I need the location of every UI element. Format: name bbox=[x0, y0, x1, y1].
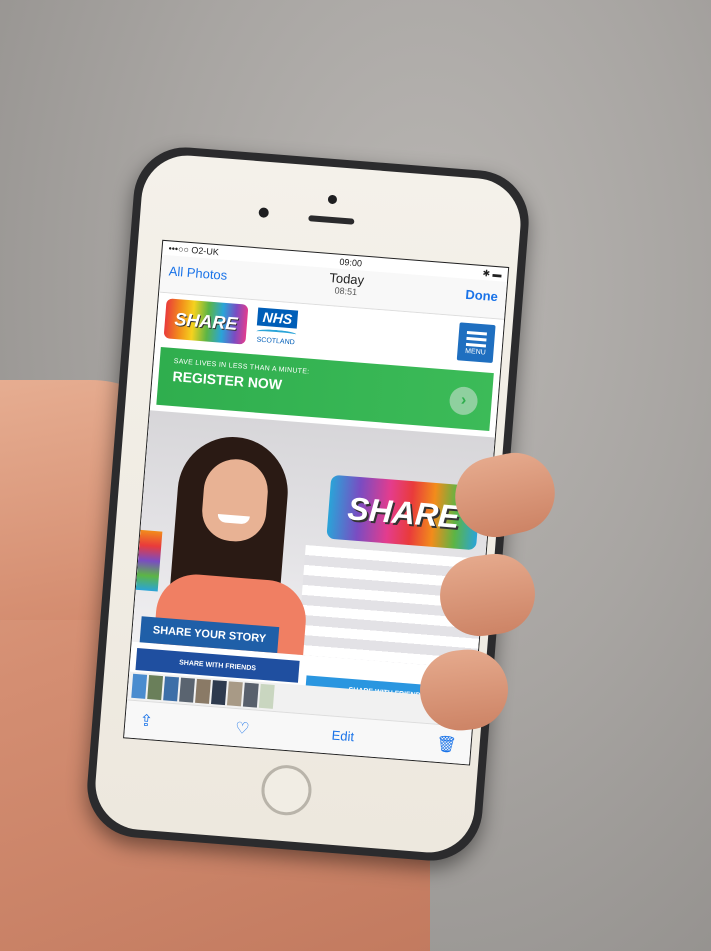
thumbnail[interactable] bbox=[242, 682, 259, 708]
thumbnail[interactable] bbox=[195, 678, 211, 704]
done-button[interactable]: Done bbox=[465, 281, 499, 305]
nhs-region: SCOTLAND bbox=[256, 336, 295, 347]
share-logo: SHARE bbox=[163, 298, 249, 345]
thumbnail[interactable] bbox=[226, 681, 243, 707]
thumbnail[interactable] bbox=[163, 676, 179, 702]
proximity-sensor bbox=[327, 194, 338, 205]
thumbnail[interactable] bbox=[211, 680, 227, 706]
front-camera bbox=[258, 207, 270, 219]
share-icon[interactable]: ⇪ bbox=[139, 710, 154, 731]
trash-icon[interactable]: 🗑 bbox=[435, 733, 458, 755]
status-time: 09:00 bbox=[339, 256, 363, 269]
heart-icon[interactable]: ♡ bbox=[234, 718, 250, 739]
thumbnail[interactable] bbox=[179, 677, 195, 703]
menu-button[interactable]: MENU bbox=[456, 322, 496, 364]
thumbnail[interactable] bbox=[258, 683, 275, 709]
battery-icon: ✱ ▬ bbox=[482, 267, 503, 279]
hero-banner: SHARE SHARE YOUR STORY bbox=[131, 410, 495, 669]
all-photos-button[interactable]: All Photos bbox=[168, 257, 228, 283]
hamburger-icon bbox=[466, 330, 488, 336]
nhs-mark: NHS bbox=[257, 307, 298, 329]
edit-button[interactable]: Edit bbox=[331, 728, 355, 745]
home-button[interactable] bbox=[259, 763, 314, 818]
photo-date: Today 08:51 bbox=[328, 270, 365, 298]
thumbnail[interactable] bbox=[131, 673, 148, 699]
thumbnail[interactable] bbox=[147, 675, 164, 701]
earpiece-speaker bbox=[308, 215, 355, 225]
menu-label: MENU bbox=[464, 347, 487, 356]
chevron-right-icon: › bbox=[448, 385, 479, 416]
nhs-scotland-logo: NHS SCOTLAND bbox=[255, 307, 298, 346]
hamburger-icon-bar bbox=[466, 336, 487, 342]
